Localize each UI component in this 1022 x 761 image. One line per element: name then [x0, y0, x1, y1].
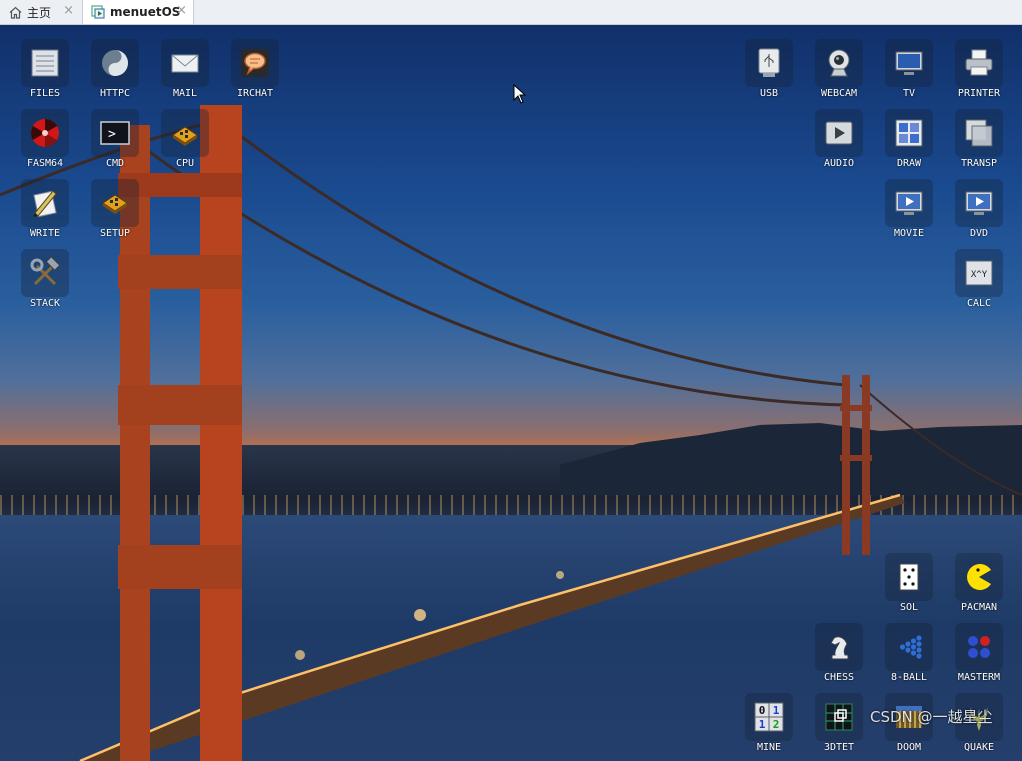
cpu-icon: [172, 126, 198, 146]
svg-text:1: 1: [773, 704, 780, 717]
mine-app-icon[interactable]: 0112 MINE: [745, 693, 793, 755]
usb-icon: [758, 48, 780, 77]
tab-bar: 主页 × menuetOS ×: [0, 0, 1022, 25]
sol-icon: [899, 563, 919, 591]
tv-icon: [895, 51, 923, 75]
audio-icon: [825, 121, 853, 145]
tab-menuetos-label: menuetOS: [110, 5, 181, 19]
cmd-icon: >: [100, 121, 130, 145]
transp-icon: [965, 119, 993, 147]
mouse-cursor: [513, 84, 526, 104]
calc-icon: X^Y: [965, 260, 993, 286]
3dtet-app-icon[interactable]: 3DTET: [815, 693, 863, 755]
8ball-icon: [899, 635, 922, 659]
dvd-icon: [965, 191, 993, 215]
home-icon: [9, 6, 22, 19]
stack-app-icon[interactable]: STACK: [21, 249, 69, 311]
svg-text:1: 1: [759, 718, 766, 731]
mail-app-icon[interactable]: MAIL: [161, 39, 209, 101]
movie-icon: [895, 191, 923, 215]
svg-text:0: 0: [759, 704, 766, 717]
wallpaper-bridge: [0, 105, 1022, 761]
tab-menuetos[interactable]: menuetOS ×: [82, 0, 194, 24]
tab-home[interactable]: 主页 ×: [0, 0, 80, 24]
write-app-icon[interactable]: WRITE: [21, 179, 69, 241]
draw-app-icon[interactable]: DRAW: [885, 109, 933, 171]
irchat-icon: [241, 49, 269, 77]
write-icon: [33, 190, 57, 218]
pacman-app-icon[interactable]: PACMAN: [955, 553, 1003, 615]
irchat-app-icon[interactable]: IRCHAT: [231, 39, 279, 101]
calc-app-icon[interactable]: X^Y CALC: [955, 249, 1003, 311]
close-icon[interactable]: ×: [176, 4, 187, 18]
chess-app-icon[interactable]: CHESS: [815, 623, 863, 685]
3dtet-icon: [825, 703, 853, 731]
stack-icon: [30, 257, 61, 286]
svg-text:2: 2: [773, 718, 780, 731]
chess-icon: [830, 636, 849, 660]
tv-app-icon[interactable]: TV: [885, 39, 933, 101]
setup-icon: [102, 194, 128, 214]
movie-app-icon[interactable]: MOVIE: [885, 179, 933, 241]
usb-app-icon[interactable]: USB: [745, 39, 793, 101]
cpu-app-icon[interactable]: CPU: [161, 109, 209, 171]
desktop[interactable]: FILES HTTPC MAIL IRCHAT FASM64 > CMD CPU…: [0, 25, 1022, 761]
printer-icon: [965, 49, 993, 76]
printer-app-icon[interactable]: PRINTER: [955, 39, 1003, 101]
fasm64-app-icon[interactable]: FASM64: [21, 109, 69, 171]
webcam-icon: [828, 49, 850, 77]
files-icon: [31, 49, 59, 77]
transp-app-icon[interactable]: TRANSP: [955, 109, 1003, 171]
draw-icon: [895, 119, 923, 147]
masterm-app-icon[interactable]: MASTERM: [955, 623, 1003, 685]
8ball-app-icon[interactable]: 8-BALL: [885, 623, 933, 685]
httpc-icon: [102, 50, 128, 76]
setup-app-icon[interactable]: SETUP: [91, 179, 139, 241]
sol-app-icon[interactable]: SOL: [885, 553, 933, 615]
cmd-glyph: >: [108, 127, 116, 142]
webcam-app-icon[interactable]: WEBCAM: [815, 39, 863, 101]
audio-app-icon[interactable]: AUDIO: [815, 109, 863, 171]
mine-icon: 0 11 2: [754, 702, 784, 732]
calc-glyph: X^Y: [971, 270, 988, 280]
dvd-app-icon[interactable]: DVD: [955, 179, 1003, 241]
close-icon[interactable]: ×: [63, 4, 74, 18]
fasm64-icon: [31, 119, 59, 147]
cmd-app-icon[interactable]: > CMD: [91, 109, 139, 171]
httpc-app-icon[interactable]: HTTPC: [91, 39, 139, 101]
pacman-icon: [967, 564, 991, 590]
masterm-icon: [968, 636, 990, 658]
tab-home-label: 主页: [27, 5, 52, 20]
mail-icon: [171, 54, 199, 73]
watermark: CSDN @一越星尘: [870, 708, 993, 726]
files-app-icon[interactable]: FILES: [21, 39, 69, 101]
vm-icon: [91, 5, 105, 19]
